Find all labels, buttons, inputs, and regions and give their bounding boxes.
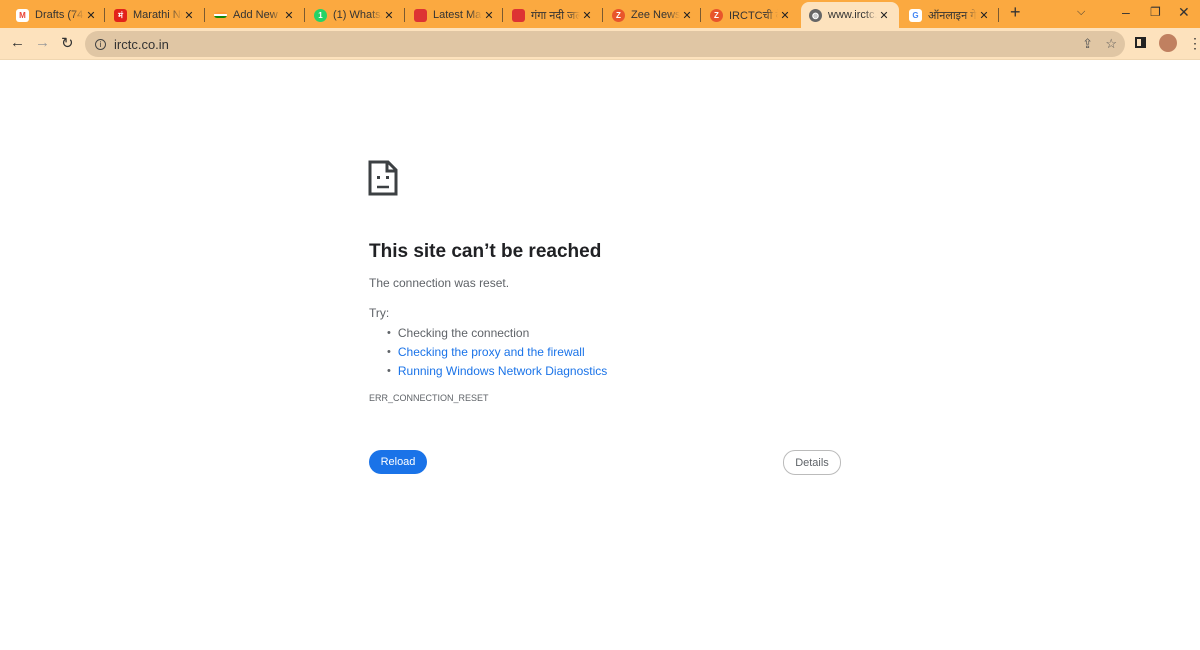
url-text[interactable]: irctc.co.in [114,37,169,52]
tab-title: www.irctc.co.in [828,9,877,21]
close-tab-icon[interactable]: ✕ [84,9,98,22]
zee-icon: Z [710,8,723,22]
tab-separator [502,8,503,22]
tab-separator [304,8,305,22]
close-tab-icon[interactable]: ✕ [580,9,594,22]
menu-icon[interactable]: ⋮ [1188,35,1200,52]
address-bar[interactable]: i irctc.co.in ⇪ ☆ [85,31,1125,57]
error-title: This site can’t be reached [369,241,602,262]
tab[interactable]: गंगा नदी जल ✕ [504,2,602,28]
tab[interactable]: 1 (1) WhatsApp✕ [306,2,404,28]
tab-title: ऑनलाइन गे [928,9,977,22]
gmail-icon: M [16,8,29,22]
tab[interactable]: ◍ www.irctc.co.in✕ [801,2,899,28]
tab-title: गंगा नदी जल [531,9,580,22]
error-page: This site can’t be reached The connectio… [368,160,844,403]
reload-icon[interactable]: ↻ [61,34,74,52]
marathi-news-icon: मं [114,8,127,22]
tab[interactable]: Latest Marathi✕ [406,2,504,28]
avatar[interactable] [1159,34,1177,52]
zee-icon: Z [612,8,625,22]
tab-title: Latest Marathi [433,9,482,21]
whatsapp-icon: 1 [314,8,327,22]
minimize-button[interactable]: – [1122,4,1130,20]
tab-separator [204,8,205,22]
google-icon: G [909,8,922,22]
tab-separator [700,8,701,22]
toolbar: ← → ↻ i irctc.co.in ⇪ ☆ ⋮ [0,28,1200,60]
tab-title: Drafts (74) [35,9,84,21]
globe-icon: ◍ [809,8,822,22]
forward-button[interactable]: → [35,34,50,51]
flag-icon [214,12,227,18]
close-tab-icon[interactable]: ✕ [877,9,891,22]
close-tab-icon[interactable]: ✕ [977,9,991,22]
news-icon [512,8,525,22]
close-tab-icon[interactable]: ✕ [482,9,496,22]
restore-button[interactable]: ❐ [1150,5,1161,19]
close-tab-icon[interactable]: ✕ [182,9,196,22]
close-tab-icon[interactable]: ✕ [382,9,396,22]
back-button[interactable]: ← [10,34,25,51]
close-tab-icon[interactable]: ✕ [282,9,296,22]
tab-separator [602,8,603,22]
suggestion-link-proxy[interactable]: Checking the proxy and the firewall [387,342,844,361]
tab[interactable]: मं Marathi News✕ [106,2,204,28]
close-tab-icon[interactable]: ✕ [778,9,792,22]
close-window-button[interactable]: ✕ [1178,4,1190,21]
suggestion-item: Checking the connection [387,323,844,342]
suggestion-list: Checking the connection Checking the pro… [387,323,844,380]
error-code: ERR_CONNECTION_RESET [369,393,489,403]
new-tab-button[interactable]: + [1010,2,1021,23]
tab[interactable]: G ऑनलाइन गे ✕ [901,2,999,28]
bookmark-star-icon[interactable]: ☆ [1105,36,1117,52]
tab-title: Zee News [631,9,680,21]
tab-search-chevron-icon[interactable]: ⌵ [1077,6,1085,19]
try-label: Try: [369,306,390,320]
tab[interactable]: Add New Post✕ [206,2,304,28]
details-button[interactable]: Details [783,450,841,475]
tab-title: (1) WhatsApp [333,9,382,21]
info-icon[interactable]: i [95,38,106,50]
tab-separator [998,8,999,22]
suggestion-link-diagnostics[interactable]: Running Windows Network Diagnostics [387,361,844,380]
reload-button[interactable]: Reload [369,450,427,474]
tab[interactable]: Z Zee News ✕ [604,2,702,28]
tab-title: IRCTCची वेब [729,9,778,22]
close-tab-icon[interactable]: ✕ [680,9,694,22]
side-panel-icon[interactable] [1135,37,1146,48]
tab[interactable]: Z IRCTCची वेब✕ [702,2,800,28]
tab[interactable]: M Drafts (74) ✕ [8,2,106,28]
tab-title: Marathi News [133,9,182,21]
sad-page-icon [368,160,398,196]
tab-separator [104,8,105,22]
share-icon[interactable]: ⇪ [1082,36,1093,52]
error-message: The connection was reset. [369,276,510,290]
news-icon [414,8,427,22]
tab-separator [404,8,405,22]
tab-title: Add New Post [233,9,282,21]
